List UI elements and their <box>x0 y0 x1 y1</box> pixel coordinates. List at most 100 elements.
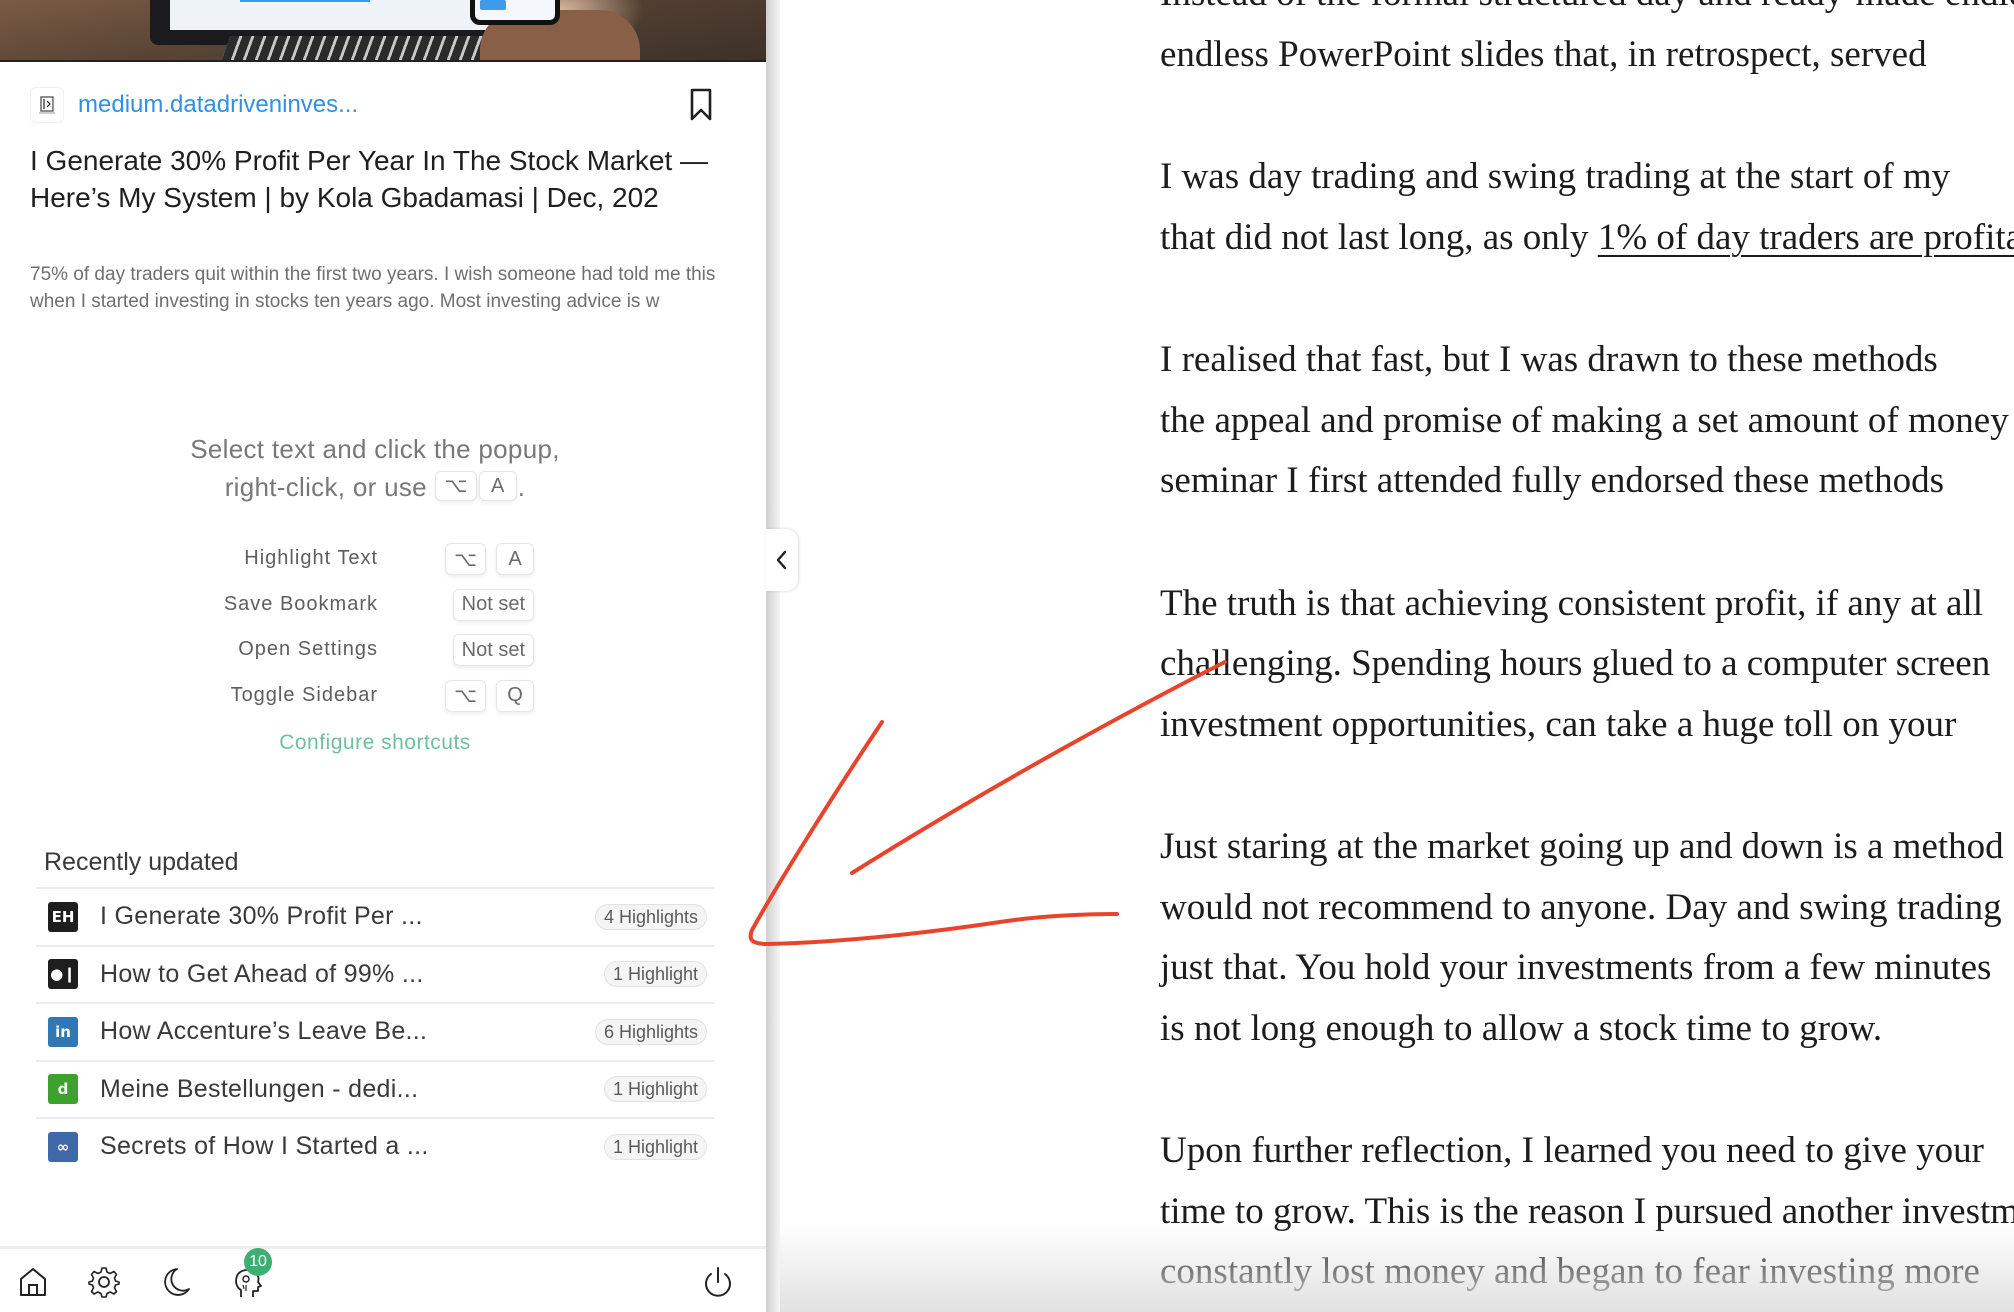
highlight-count-badge: 1 Highlight <box>603 961 707 988</box>
dedi-logo-icon: d <box>48 1074 78 1105</box>
highlight-count-badge: 1 Highlight <box>603 1133 707 1160</box>
recent-list: EH I Generate 30% Profit Per ... 4 Highlig… <box>36 887 714 1175</box>
usage-hint: Select text and click the popup, right-c… <box>100 430 650 506</box>
power-icon <box>705 1267 731 1297</box>
day-traders-stat-link[interactable]: 1% of day traders are profitable <box>1598 217 2014 258</box>
hint-suffix: . <box>517 472 526 502</box>
recent-item-title[interactable]: I Generate 30% Profit Per ... <box>100 902 423 931</box>
shortcut-row: Toggle Sidebar ⌥ Q <box>150 678 550 724</box>
shortcut-key[interactable]: Q <box>496 679 534 712</box>
home-icon <box>20 1268 46 1296</box>
shortcut-key[interactable]: A <box>496 543 534 575</box>
shortcuts-list: Highlight Text ⌥ A Save Bookmark Not set Open… <box>150 541 550 723</box>
highlight-count-badge: 1 Highlight <box>603 1076 707 1103</box>
power-button[interactable] <box>701 1265 735 1299</box>
chevron-left-icon <box>776 550 787 570</box>
highlighter-sidebar: medium.datadriveninves... I Generate 30%… <box>0 0 766 1312</box>
article-line: just that. You hold your investments fro… <box>1160 947 1992 988</box>
hint-line-2-text: right-click, or use <box>224 472 427 502</box>
article-line: Upon further reflection, I learned you n… <box>1160 1130 1984 1171</box>
shortcut-key[interactable]: Not set <box>452 634 534 666</box>
hero-screen-accent <box>240 0 370 2</box>
source-domain-link[interactable]: medium.datadriveninves... <box>78 91 358 119</box>
hero-phone-button <box>480 0 506 10</box>
article-line: time to grow. This is the reason I pursu… <box>1160 1190 2014 1232</box>
article-pane: Instead of the formal structured day and… <box>780 0 2014 1312</box>
shortcut-key[interactable]: ⌥ <box>444 679 486 712</box>
shortcut-keys[interactable]: ⌥ A <box>444 543 535 575</box>
highlight-count-badge: 4 Highlights <box>594 903 707 930</box>
medium-logo-icon: ●❙ <box>48 959 78 990</box>
shortcut-key[interactable]: ⌥ <box>444 543 486 575</box>
shortcut-keys[interactable]: Not set <box>452 588 535 621</box>
home-button[interactable] <box>16 1265 50 1299</box>
recent-item-title[interactable]: Secrets of How I Started a ... <box>100 1132 429 1161</box>
article-line: is not long enough to allow a stock time… <box>1160 1007 1883 1049</box>
article-hero-image <box>0 0 766 62</box>
article-title: I Generate 30% Profit Per Year In The St… <box>30 145 709 213</box>
recent-item-title[interactable]: How to Get Ahead of 99% ... <box>100 960 424 989</box>
article-line: investment opportunities, can take a hug… <box>1160 703 1957 745</box>
shortcut-row: Highlight Text ⌥ A <box>150 541 550 587</box>
article-body: Instead of the formal structured day and… <box>1160 0 2014 1303</box>
linkedin-logo-icon: in <box>48 1016 78 1047</box>
recent-list-item[interactable]: ●❙ How to Get Ahead of 99% ... 1 Highlight <box>36 944 714 1003</box>
article-line: would not recommend to anyone. Day and s… <box>1160 886 2002 928</box>
shortcut-key[interactable]: Not set <box>452 588 534 621</box>
hint-key-a: A <box>478 471 517 502</box>
shortcut-label: Toggle Sidebar <box>230 683 378 706</box>
hero-screen-shape <box>170 0 490 30</box>
recent-item-title[interactable]: Meine Bestellungen - dedi... <box>100 1075 418 1104</box>
recent-list-item[interactable]: in How Accenture’s Leave Be... 6 Highlight… <box>36 1002 714 1060</box>
dark-mode-button[interactable] <box>159 1265 193 1299</box>
article-line: Just staring at the market going up and … <box>1160 826 2014 867</box>
bookmark-button[interactable] <box>684 86 718 124</box>
recent-list-item[interactable]: d Meine Bestellungen - dedi... 1 Highlight <box>36 1059 714 1118</box>
hint-line-2: right-click, or use ⌥ A. <box>100 468 650 506</box>
configure-shortcuts-link[interactable]: Configure shortcuts <box>0 731 750 755</box>
article-line: endless PowerPoint slides that, in retro… <box>1160 33 1927 75</box>
shortcut-label: Save Bookmark <box>223 592 378 615</box>
shortcut-label: Open Settings <box>238 638 378 660</box>
notification-badge: 10 <box>244 1248 272 1276</box>
shortcut-keys[interactable]: Not set <box>452 634 535 666</box>
article-description: 75% of day traders quit within the first… <box>30 264 716 312</box>
article-line: I was day trading and swing trading at t… <box>1160 156 1951 197</box>
article-line: challenging. Spending hours glued to a c… <box>1160 643 1991 684</box>
recent-list-item[interactable]: EH I Generate 30% Profit Per ... 4 Highlig… <box>36 887 714 945</box>
article-line: constantly lost money and began to fear … <box>1160 1251 1980 1292</box>
moon-icon <box>164 1268 190 1296</box>
infinity-logo-icon: ∞ <box>48 1131 78 1162</box>
hint-key-option: ⌥ <box>435 471 477 502</box>
shortcut-label: Highlight Text <box>244 547 378 569</box>
settings-button[interactable] <box>87 1265 121 1299</box>
source-row[interactable]: medium.datadriveninves... <box>30 86 358 124</box>
article-line-text: that did not last long, as only <box>1160 216 1598 258</box>
hero-keyboard-shape <box>219 36 501 60</box>
collapse-sidebar-button[interactable] <box>766 529 798 591</box>
sidebar-edge-shadow <box>766 0 780 1312</box>
recently-updated-heading: Recently updated <box>44 848 239 876</box>
article-line: Instead of the formal structured day and… <box>1160 0 2014 25</box>
article-line: The truth is that achieving consistent p… <box>1160 582 1984 624</box>
hint-line-1: Select text and click the popup, <box>190 434 560 464</box>
bottom-toolbar: 10 <box>0 1246 766 1312</box>
shortcut-keys[interactable]: ⌥ Q <box>444 679 535 712</box>
shortcut-row: Open Settings Not set <box>150 632 550 678</box>
bookmark-icon <box>690 88 712 121</box>
shortcut-row: Save Bookmark Not set <box>150 587 550 633</box>
site-favicon-icon <box>30 87 64 123</box>
article-line: the appeal and promise of making a set a… <box>1160 399 2009 441</box>
recent-item-title[interactable]: How Accenture’s Leave Be... <box>100 1017 427 1046</box>
article-line: seminar I first attended fully endorsed … <box>1160 460 1944 501</box>
article-line: that did not last long, as only 1% of da… <box>1160 208 2014 269</box>
highlight-count-badge: 6 Highlights <box>594 1018 707 1045</box>
eh-logo-icon: EH <box>48 901 78 932</box>
recent-list-item[interactable]: ∞ Secrets of How I Started a ... 1 Highlig… <box>36 1117 714 1175</box>
article-line: I realised that fast, but I was drawn to… <box>1160 339 1938 380</box>
